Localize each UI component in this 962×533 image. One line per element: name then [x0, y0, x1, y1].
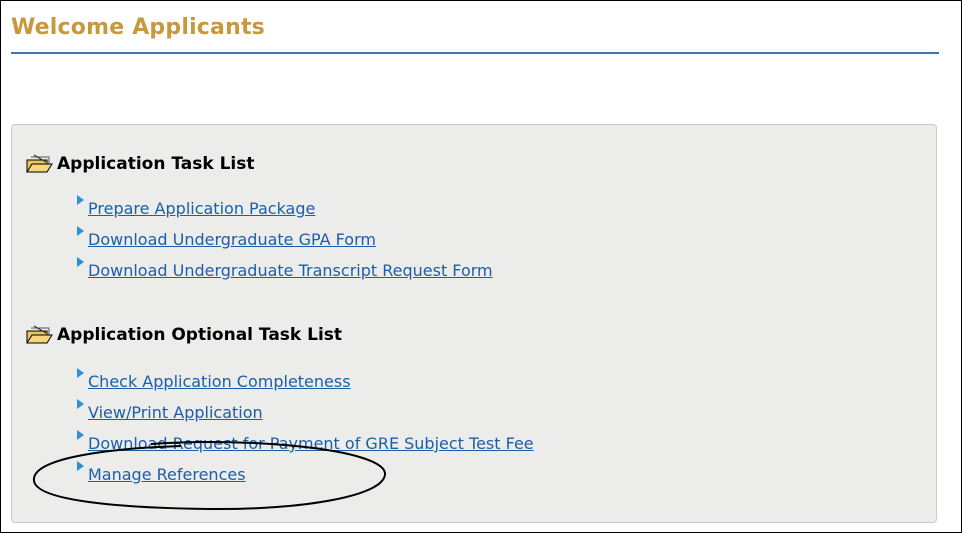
- triangle-right-icon: [77, 461, 84, 471]
- section-header: Application Task List: [25, 152, 493, 176]
- section-title: Application Optional Task List: [57, 325, 343, 345]
- task-list: Check Application Completeness View/Prin…: [25, 366, 534, 490]
- download-gpa-form-link[interactable]: Download Undergraduate GPA Form: [88, 230, 376, 249]
- section-title: Application Task List: [57, 154, 255, 174]
- folder-open-icon: [26, 325, 53, 344]
- section-application-tasks: Application Task List Prepare Applicatio…: [25, 152, 493, 286]
- list-item: Download Undergraduate Transcript Reques…: [25, 255, 493, 286]
- manage-references-link[interactable]: Manage References: [88, 465, 246, 484]
- download-transcript-request-form-link[interactable]: Download Undergraduate Transcript Reques…: [88, 261, 493, 280]
- triangle-right-icon: [77, 195, 84, 205]
- section-application-optional-tasks: Application Optional Task List Check App…: [25, 323, 534, 490]
- triangle-right-icon: [77, 368, 84, 378]
- list-item: Prepare Application Package: [25, 193, 493, 224]
- triangle-right-icon: [77, 430, 84, 440]
- page-frame: Welcome Applicants Application Task List…: [0, 0, 962, 533]
- list-item: Download Request for Payment of GRE Subj…: [25, 428, 534, 459]
- list-item: Manage References: [25, 459, 534, 490]
- triangle-right-icon: [77, 257, 84, 267]
- list-item: Check Application Completeness: [25, 366, 534, 397]
- check-application-completeness-link[interactable]: Check Application Completeness: [88, 372, 351, 391]
- task-list: Prepare Application Package Download Und…: [25, 193, 493, 286]
- folder-open-icon: [26, 154, 53, 173]
- list-item: View/Print Application: [25, 397, 534, 428]
- triangle-right-icon: [77, 226, 84, 236]
- download-gre-fee-request-link[interactable]: Download Request for Payment of GRE Subj…: [88, 434, 534, 453]
- prepare-application-package-link[interactable]: Prepare Application Package: [88, 199, 315, 218]
- title-divider: [11, 52, 939, 54]
- triangle-right-icon: [77, 399, 84, 409]
- view-print-application-link[interactable]: View/Print Application: [88, 403, 263, 422]
- list-item: Download Undergraduate GPA Form: [25, 224, 493, 255]
- page-title: Welcome Applicants: [11, 15, 265, 40]
- section-header: Application Optional Task List: [25, 323, 534, 347]
